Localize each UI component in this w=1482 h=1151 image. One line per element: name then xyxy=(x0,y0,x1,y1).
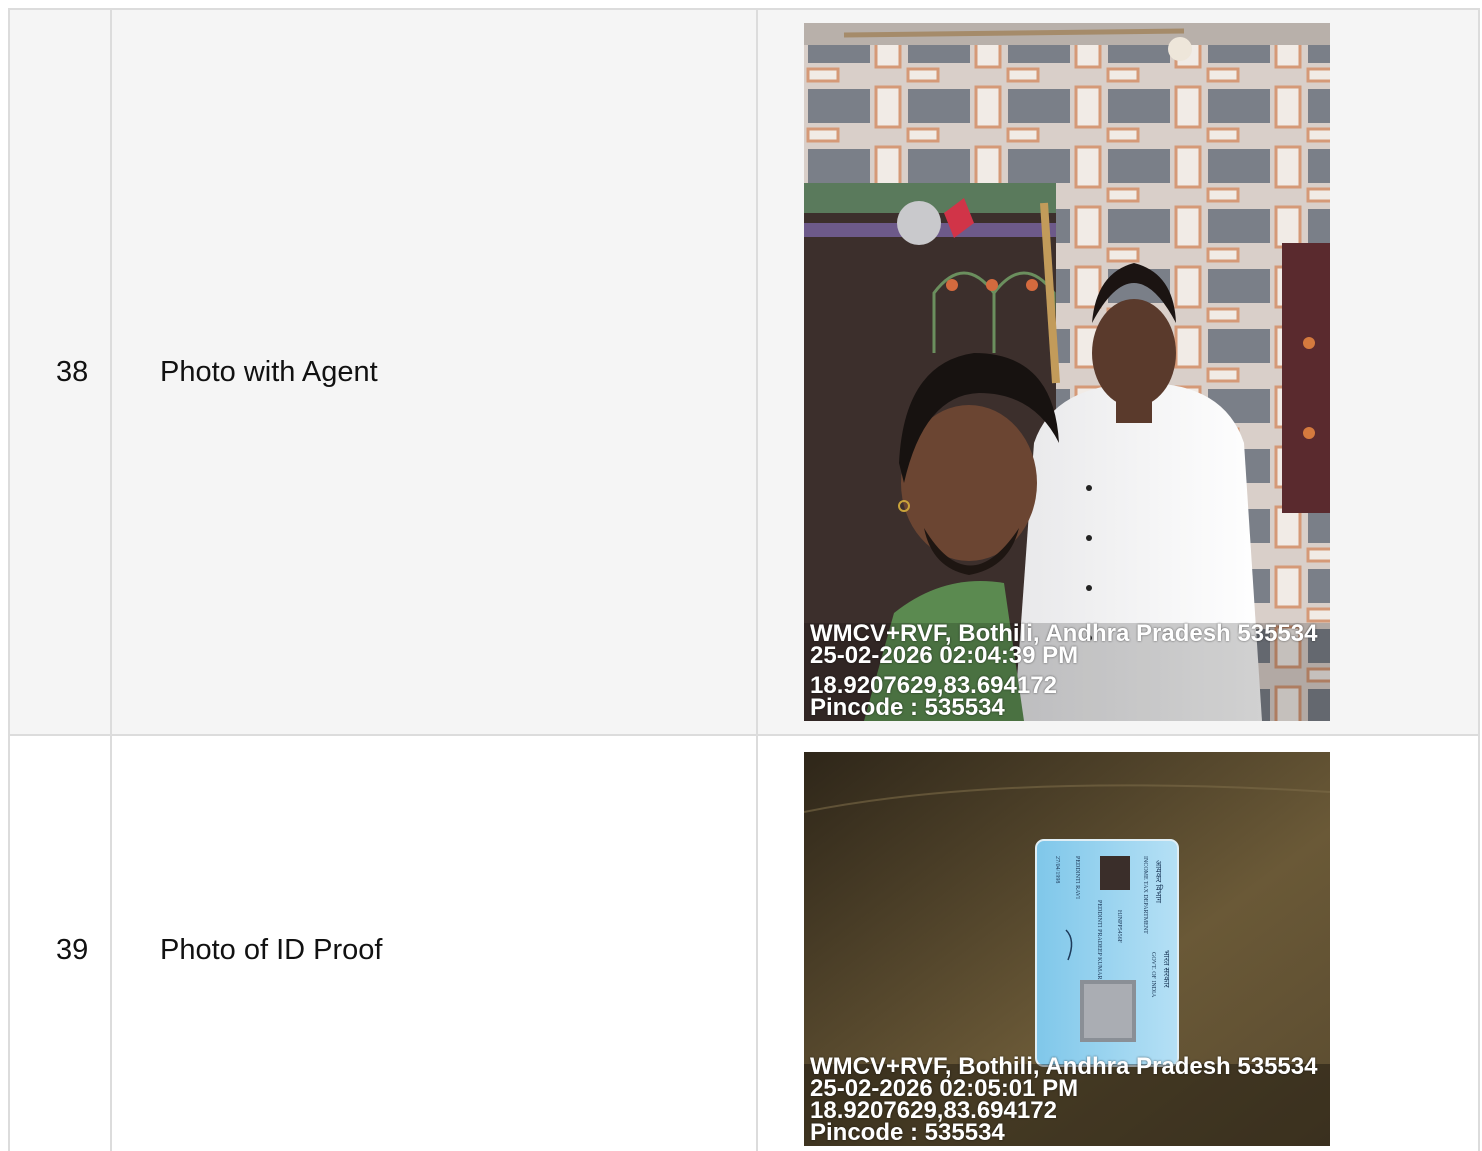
photo-cell: आयकर विभाग INCOME TAX DEPARTMENT भारत सर… xyxy=(756,734,1480,1151)
row-label: Photo with Agent xyxy=(160,355,378,388)
table-row: 38 Photo with Agent WMCV+RVF, Bothili, A… xyxy=(8,8,1480,736)
agent-photo: WMCV+RVF, Bothili, Andhra Pradesh 535534… xyxy=(804,23,1330,721)
card-hindi-dept: आयकर विभाग xyxy=(1154,860,1164,903)
card-name: PEDDINTI PRADEEP KUMAR xyxy=(1096,900,1102,979)
card-pan: HJNPP5456F xyxy=(1116,910,1122,944)
agent-photo-image xyxy=(804,23,1330,721)
row-label: Photo of ID Proof xyxy=(160,933,383,966)
id-proof-photo: आयकर विभाग INCOME TAX DEPARTMENT भारत सर… xyxy=(804,752,1330,1146)
card-hindi-govt: भारत सरकार xyxy=(1162,950,1171,988)
geo-pincode: Pincode : 535534 xyxy=(810,694,1005,721)
row-label-cell: Photo of ID Proof xyxy=(110,734,758,1151)
geo-stamp: WMCV+RVF, Bothili, Andhra Pradesh 535534… xyxy=(810,622,1317,721)
photo-cell: WMCV+RVF, Bothili, Andhra Pradesh 535534… xyxy=(756,8,1480,736)
row-number-cell: 38 xyxy=(8,8,112,736)
card-father: PEDDINTI RAVI xyxy=(1074,856,1080,899)
card-govt: GOVT. OF INDIA xyxy=(1150,952,1156,998)
row-number-cell: 39 xyxy=(8,734,112,1151)
geo-stamp: WMCV+RVF, Bothili, Andhra Pradesh 535534… xyxy=(810,1055,1317,1146)
row-label-cell: Photo with Agent xyxy=(110,8,758,736)
row-number: 38 xyxy=(56,355,89,388)
geo-timestamp: 25-02-2026 02:04:39 PM xyxy=(810,642,1079,669)
geo-pincode: Pincode : 535534 xyxy=(810,1119,1005,1146)
verification-table: 38 Photo with Agent WMCV+RVF, Bothili, A… xyxy=(8,8,1480,1151)
card-dob: 27/04/1998 xyxy=(1054,856,1060,883)
table-row: 39 Photo of ID Proof आयकर विभाग INCOME T… xyxy=(8,734,1480,1151)
document-page: 38 Photo with Agent WMCV+RVF, Bothili, A… xyxy=(0,0,1482,1151)
row-number: 39 xyxy=(56,933,89,966)
card-dept: INCOME TAX DEPARTMENT xyxy=(1142,856,1148,934)
